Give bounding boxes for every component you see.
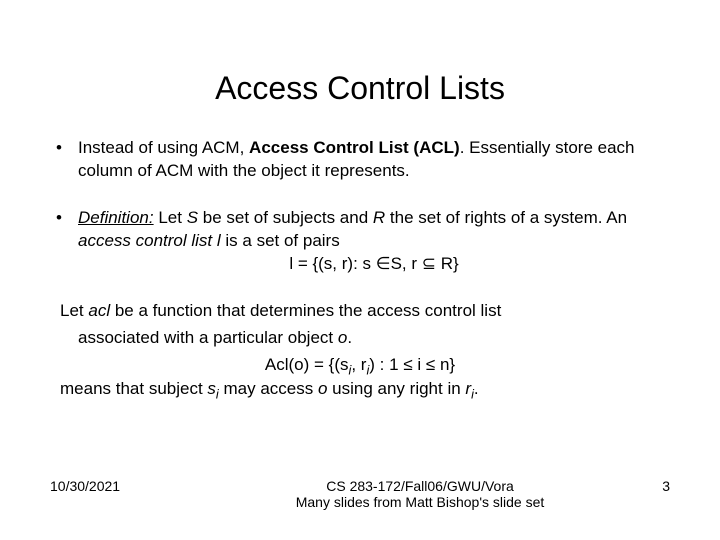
equation-2: Acl(o) = {(si, ri) : 1 ≤ i ≤ n} bbox=[50, 354, 670, 379]
eq1-end: R} bbox=[436, 254, 459, 273]
def-R: R bbox=[373, 208, 385, 227]
eq2-c: ) : 1 bbox=[369, 355, 403, 374]
p3-l1a: Let bbox=[60, 301, 88, 320]
p3-l4c: using any right in bbox=[327, 379, 465, 398]
p3-o: o bbox=[338, 328, 347, 347]
p3-acl: acl bbox=[88, 301, 110, 320]
eq2-b: , r bbox=[351, 355, 366, 374]
p3-l4b: may access bbox=[219, 379, 318, 398]
eq2-e: n} bbox=[435, 355, 455, 374]
def-end: is a set of pairs bbox=[221, 231, 340, 250]
slide-body: Instead of using ACM, Access Control Lis… bbox=[50, 137, 670, 403]
eq1-lhs: l = {(s, r): s bbox=[289, 254, 375, 273]
bullet-1: Instead of using ACM, Access Control Lis… bbox=[50, 137, 670, 183]
slide-footer: 10/30/2021 CS 283-172/Fall06/GWU/Vora Ma… bbox=[50, 478, 670, 510]
eq2-le2: ≤ bbox=[426, 355, 435, 374]
bullet-1-strong: Access Control List (ACL) bbox=[249, 138, 460, 157]
p3-l1b: be a function that determines the access… bbox=[110, 301, 501, 320]
p3-l2-dot: . bbox=[347, 328, 352, 347]
definition-label: Definition: bbox=[78, 208, 154, 227]
paragraph-means: means that subject si may access o using… bbox=[60, 378, 670, 403]
eq2-d: i bbox=[413, 355, 426, 374]
def-mid2: the set of rights of a system. An bbox=[385, 208, 627, 227]
def-mid1: be set of subjects and bbox=[198, 208, 373, 227]
footer-line2: Many slides from Matt Bishop's slide set bbox=[210, 494, 630, 510]
p3-l2: associated with a particular object bbox=[78, 328, 338, 347]
def-pre-let: Let bbox=[154, 208, 187, 227]
eq1-in-symbol: ∈ bbox=[376, 254, 391, 273]
equation-1: l = {(s, r): s ∈S, r ⊆ R} bbox=[78, 253, 670, 276]
def-acl-ital: access control list l bbox=[78, 231, 221, 250]
eq1-mid: S, r bbox=[391, 254, 422, 273]
slide-title: Access Control Lists bbox=[50, 0, 670, 137]
paragraph-acl-fn-2: associated with a particular object o. bbox=[78, 327, 670, 350]
footer-date: 10/30/2021 bbox=[50, 478, 210, 494]
eq2-le1: ≤ bbox=[403, 355, 412, 374]
bullet-1-pre: Instead of using ACM, bbox=[78, 138, 249, 157]
p3-s: s bbox=[207, 379, 216, 398]
bullet-2: Definition: Let S be set of subjects and… bbox=[50, 207, 670, 276]
def-S: S bbox=[187, 208, 198, 227]
eq1-sub-symbol: ⊆ bbox=[422, 254, 436, 273]
footer-page-number: 3 bbox=[630, 478, 670, 494]
footer-line1: CS 283-172/Fall06/GWU/Vora bbox=[210, 478, 630, 494]
p3-l4-dot: . bbox=[474, 379, 479, 398]
paragraph-acl-fn: Let acl be a function that determines th… bbox=[60, 300, 670, 323]
eq2-a: Acl(o) = {(s bbox=[265, 355, 349, 374]
p3-l4a: means that subject bbox=[60, 379, 207, 398]
